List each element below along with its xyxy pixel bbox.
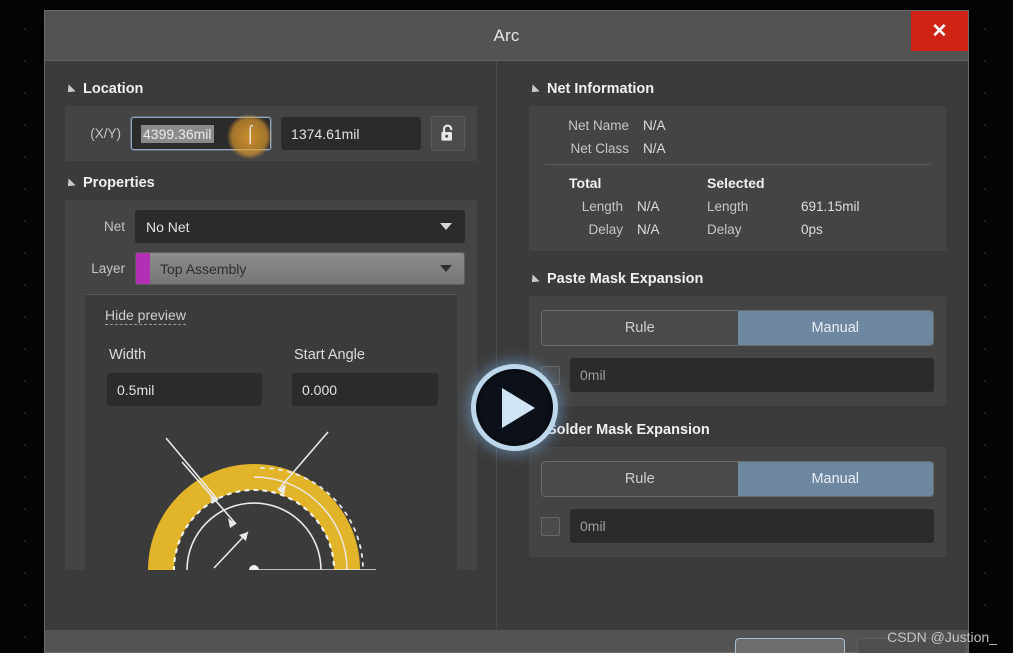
solder-mask-mode-toggle[interactable]: Rule Manual: [541, 461, 934, 497]
layer-value: Top Assembly: [160, 260, 247, 277]
play-icon[interactable]: [471, 364, 558, 451]
total-length-label: Length: [581, 199, 623, 214]
layer-color-swatch: [136, 253, 150, 284]
paste-mask-manual-option[interactable]: Manual: [737, 311, 933, 345]
solder-mask-value-row: 0mil: [541, 509, 934, 543]
width-angle-fields: Width 0.5mil Start Angle 0.000: [107, 347, 457, 406]
ok-button[interactable]: [735, 638, 845, 653]
arc-properties-dialog: Arc ✕ Location (X/Y) 4399.36mil 1374.61m…: [44, 10, 969, 653]
paste-mask-value-row: 0mil: [541, 358, 934, 392]
xy-label: (X/Y): [90, 126, 121, 141]
pcb-canvas-background: Arc ✕ Location (X/Y) 4399.36mil 1374.61m…: [0, 0, 1013, 653]
section-header-solder-mask[interactable]: Solder Mask Expansion: [528, 422, 946, 438]
paste-mask-panel: Rule Manual 0mil: [529, 296, 946, 406]
x-coordinate-input[interactable]: 4399.36mil: [131, 117, 272, 150]
section-title-paste-mask: Paste Mask Expansion: [547, 271, 704, 287]
dialog-footer: [45, 630, 968, 653]
selected-length-label: Length: [707, 199, 749, 214]
solder-mask-rule-option[interactable]: Rule: [542, 462, 738, 496]
start-angle-value: 0.000: [302, 381, 338, 398]
paste-mask-expansion-value: 0mil: [580, 367, 606, 383]
start-angle-label: Start Angle: [294, 347, 365, 363]
dialog-body: Location (X/Y) 4399.36mil 1374.61mil Pro…: [45, 60, 968, 630]
net-class-label: Net Class: [570, 141, 629, 156]
total-delay-value: N/A: [637, 222, 660, 237]
dialog-titlebar: Arc ✕: [45, 11, 968, 60]
section-header-location[interactable]: Location: [64, 81, 496, 97]
collapse-triangle-icon: [64, 178, 76, 190]
chevron-down-icon: [440, 265, 452, 272]
divider: [545, 164, 930, 165]
start-angle-input[interactable]: 0.000: [292, 373, 438, 406]
section-title-solder-mask: Solder Mask Expansion: [547, 422, 710, 438]
hide-preview-link[interactable]: Hide preview: [105, 307, 186, 325]
play-triangle-icon: [502, 387, 535, 428]
net-class-row: Net Class N/A: [545, 141, 930, 156]
layer-label: Layer: [91, 261, 125, 276]
net-dropdown[interactable]: No Net: [135, 210, 465, 243]
section-title-net-information: Net Information: [547, 81, 655, 97]
dialog-title: Arc: [493, 25, 520, 45]
section-title-properties: Properties: [83, 175, 155, 191]
selected-length-value: 691.15mil: [801, 199, 860, 214]
net-name-row: Net Name N/A: [545, 118, 930, 133]
solder-mask-expansion-value: 0mil: [580, 518, 606, 534]
net-name-value: N/A: [643, 118, 666, 133]
arc-preview-area: Hide preview Width 0.5mil Start Angle 0.…: [85, 294, 457, 570]
net-name-label: Net Name: [568, 118, 629, 133]
section-header-paste-mask[interactable]: Paste Mask Expansion: [528, 271, 946, 287]
width-label: Width: [109, 347, 147, 363]
selected-delay-label: Delay: [707, 222, 742, 237]
length-delay-table: Total Selected Length N/A Length 691.15m…: [545, 175, 930, 237]
solder-mask-panel: Rule Manual 0mil: [529, 447, 946, 557]
total-length-value: N/A: [637, 199, 660, 214]
paste-mask-mode-toggle[interactable]: Rule Manual: [541, 310, 934, 346]
collapse-triangle-icon: [528, 274, 540, 286]
selected-delay-value: 0ps: [801, 222, 823, 237]
section-title-location: Location: [83, 81, 144, 97]
chevron-down-icon: [440, 223, 452, 230]
selected-column-header: Selected: [707, 175, 765, 191]
section-header-properties[interactable]: Properties: [64, 175, 496, 191]
solder-mask-manual-option[interactable]: Manual: [737, 462, 933, 496]
unlocked-padlock-icon[interactable]: [431, 116, 465, 151]
net-value: No Net: [146, 218, 190, 235]
close-button[interactable]: ✕: [911, 11, 968, 51]
y-coordinate-input[interactable]: 1374.61mil: [281, 117, 422, 150]
left-properties-column: Location (X/Y) 4399.36mil 1374.61mil Pro…: [45, 61, 497, 630]
paste-mask-rule-option[interactable]: Rule: [542, 311, 738, 345]
properties-panel: Net No Net Layer Top Assembly Hide previ…: [65, 200, 477, 570]
watermark: CSDN @Justion_: [887, 629, 997, 645]
paste-mask-expansion-input[interactable]: 0mil: [570, 358, 934, 392]
total-delay-label: Delay: [588, 222, 623, 237]
arc-diagram: [85, 420, 457, 570]
total-column-header: Total: [569, 175, 602, 191]
solder-mask-expansion-input[interactable]: 0mil: [570, 509, 934, 543]
net-information-panel: Net Name N/A Net Class N/A Total Selecte…: [529, 106, 946, 251]
net-label: Net: [103, 219, 125, 234]
net-class-value: N/A: [643, 141, 666, 156]
location-panel: (X/Y) 4399.36mil 1374.61mil: [65, 106, 477, 161]
collapse-triangle-icon: [64, 84, 76, 96]
right-info-column: Net Information Net Name N/A Net Class N…: [497, 61, 968, 630]
collapse-triangle-icon: [528, 84, 540, 96]
width-input[interactable]: 0.5mil: [107, 373, 262, 406]
section-header-net-information[interactable]: Net Information: [528, 81, 946, 97]
y-coordinate-value: 1374.61mil: [291, 125, 360, 142]
solder-mask-checkbox[interactable]: [541, 516, 560, 536]
width-value: 0.5mil: [117, 381, 155, 398]
layer-dropdown[interactable]: Top Assembly: [135, 252, 465, 285]
x-coordinate-value: 4399.36mil: [141, 124, 214, 143]
